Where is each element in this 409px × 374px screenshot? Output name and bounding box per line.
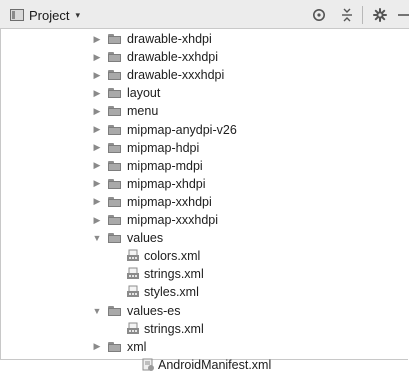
- tree-item-label: mipmap-mdpi: [127, 158, 203, 173]
- tree-item-label: drawable-xxhdpi: [127, 50, 219, 65]
- scroll-from-source-button[interactable]: [308, 5, 330, 25]
- project-toolbar: Project ▾: [0, 0, 409, 29]
- target-icon: [313, 9, 325, 21]
- tree-item-label: drawable-xhdpi: [127, 32, 212, 46]
- tree-item-label: drawable-xxxhdpi: [127, 68, 225, 83]
- tree-item-label: colors.xml: [144, 249, 201, 264]
- folder-icon: [108, 52, 121, 63]
- tree-file-row[interactable]: colors.xml: [126, 247, 200, 265]
- tree-item-label: mipmap-anydpi-v26: [127, 122, 237, 137]
- folder-icon: [108, 160, 121, 171]
- collapsed-arrow-icon[interactable]: ▶: [92, 178, 102, 189]
- tree-item-label: mipmap-hdpi: [127, 140, 200, 155]
- tree-folder-row[interactable]: ▶ menu: [92, 102, 159, 120]
- tree-folder-row[interactable]: ▶ layout: [92, 84, 161, 102]
- collapsed-arrow-icon[interactable]: ▶: [92, 106, 102, 117]
- tree-item-label: styles.xml: [144, 285, 199, 300]
- xml-file-icon: [127, 249, 139, 262]
- folder-icon: [108, 88, 121, 99]
- folder-icon: [108, 215, 121, 225]
- folder-icon: [108, 305, 121, 316]
- collapsed-arrow-icon[interactable]: ▶: [92, 160, 102, 171]
- folder-icon: [108, 233, 121, 244]
- tree-item-label: strings.xml: [144, 267, 204, 282]
- tree-folder-row[interactable]: ▶ mipmap-mdpi: [92, 157, 203, 175]
- folder-icon: [108, 178, 121, 189]
- manifest-file-icon: [142, 358, 154, 371]
- chevron-down-icon: ▾: [75, 9, 80, 20]
- toolbar-divider: [362, 6, 363, 24]
- tree-item-label: menu: [127, 104, 159, 119]
- tree-folder-row[interactable]: ▶ mipmap-anydpi-v26: [92, 121, 237, 139]
- expanded-arrow-icon[interactable]: ▼: [92, 306, 102, 316]
- folder-icon: [108, 34, 121, 44]
- folder-icon: [108, 341, 121, 352]
- folder-icon: [108, 196, 121, 207]
- tree-item-label: AndroidManifest.xml: [158, 357, 272, 372]
- tree-folder-row[interactable]: ▶ mipmap-xxxhdpi: [92, 211, 218, 229]
- xml-file-icon: [127, 285, 139, 298]
- collapse-all-button[interactable]: [336, 5, 358, 25]
- tree-folder-row[interactable]: ▶ drawable-xhdpi: [92, 30, 212, 48]
- collapsed-arrow-icon[interactable]: ▶: [92, 124, 102, 135]
- tree-item-label: values-es: [127, 303, 181, 318]
- collapsed-arrow-icon[interactable]: ▶: [92, 52, 102, 63]
- folder-icon: [108, 124, 121, 135]
- collapsed-arrow-icon[interactable]: ▶: [92, 88, 102, 99]
- tree-file-row[interactable]: AndroidManifest.xml: [141, 356, 271, 374]
- settings-button[interactable]: [369, 5, 391, 25]
- folder-icon: [108, 142, 121, 153]
- tree-item-label: xml: [127, 339, 147, 354]
- collapsed-arrow-icon[interactable]: ▶: [92, 341, 102, 352]
- expanded-arrow-icon[interactable]: ▼: [92, 233, 102, 243]
- tree-folder-row[interactable]: ▶ mipmap-xxhdpi: [92, 193, 212, 211]
- project-view-dropdown[interactable]: Project ▾: [10, 7, 80, 23]
- tree-folder-row[interactable]: ▶ mipmap-xhdpi: [92, 175, 206, 193]
- collapsed-arrow-icon[interactable]: ▶: [92, 142, 102, 153]
- tree-item-label: mipmap-xhdpi: [127, 176, 206, 191]
- project-view-label: Project: [29, 7, 70, 23]
- collapse-all-icon: [342, 8, 352, 22]
- collapsed-arrow-icon[interactable]: ▶: [92, 196, 102, 207]
- tree-file-row[interactable]: styles.xml: [126, 283, 199, 301]
- project-window-icon: [10, 9, 24, 21]
- tree-folder-row[interactable]: ▼ values-es: [92, 302, 181, 320]
- xml-file-icon: [127, 322, 139, 334]
- tree-folder-row[interactable]: ▼ values: [92, 229, 164, 247]
- tree-item-label: mipmap-xxxhdpi: [127, 213, 219, 227]
- tree-file-row[interactable]: strings.xml: [126, 265, 204, 283]
- collapsed-arrow-icon[interactable]: ▶: [92, 215, 102, 226]
- tree-folder-row[interactable]: ▶ drawable-xxhdpi: [92, 48, 219, 66]
- folder-icon: [108, 106, 121, 117]
- tree-item-label: mipmap-xxhdpi: [127, 194, 212, 209]
- tree-folder-row[interactable]: ▶ mipmap-hdpi: [92, 139, 200, 157]
- hide-panel-button[interactable]: [397, 5, 409, 25]
- collapsed-arrow-icon[interactable]: ▶: [92, 34, 102, 45]
- folder-icon: [108, 70, 121, 81]
- tree-item-label: strings.xml: [144, 321, 204, 336]
- tree-item-label: layout: [127, 86, 161, 101]
- gear-icon: [373, 8, 387, 22]
- tree-folder-row[interactable]: ▶ drawable-xxxhdpi: [92, 66, 225, 84]
- collapsed-arrow-icon[interactable]: ▶: [92, 70, 102, 81]
- hide-icon: [398, 14, 409, 16]
- tree-folder-row[interactable]: ▶ xml: [92, 338, 147, 356]
- xml-file-icon: [127, 267, 139, 280]
- tree-item-label: values: [127, 231, 164, 246]
- tree-file-row[interactable]: strings.xml: [126, 320, 204, 338]
